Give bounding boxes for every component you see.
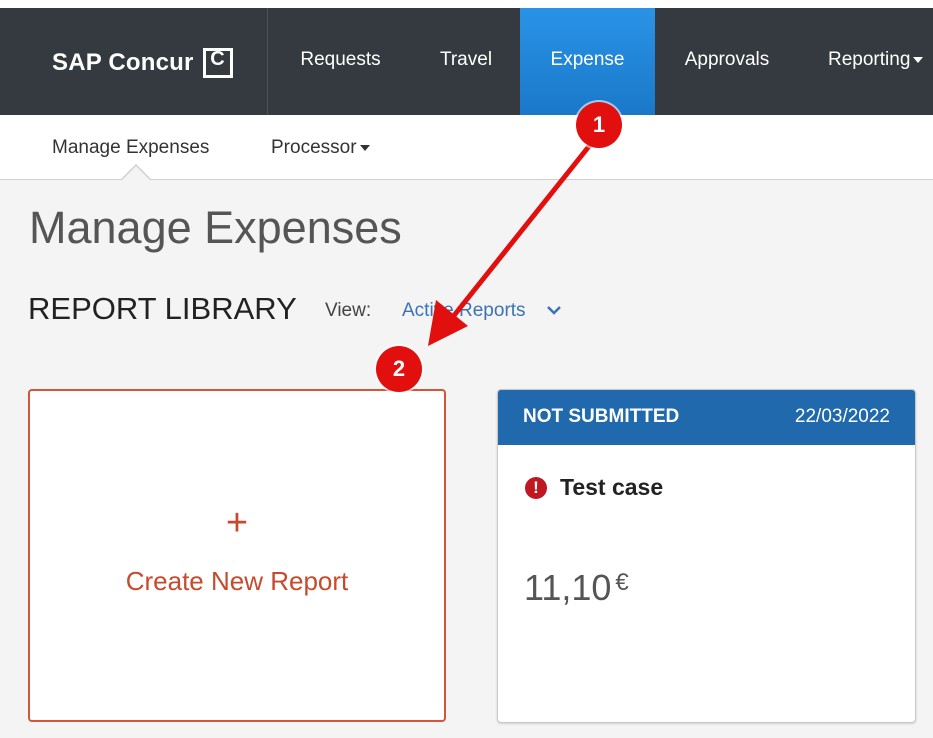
create-new-report-card[interactable]: + Create New Report: [28, 389, 446, 722]
view-label: View:: [325, 300, 372, 321]
caret-down-icon: [359, 144, 370, 151]
expense-report-card[interactable]: NOT SUBMITTED 22/03/2022 ! Test case 11,…: [497, 389, 916, 723]
selected-indicator-inner: [121, 166, 151, 181]
section-title: REPORT LIBRARY: [28, 291, 297, 326]
annotation-badge-1: 1: [576, 102, 622, 148]
subnav-processor[interactable]: Processor: [271, 137, 370, 159]
report-card-header: NOT SUBMITTED 22/03/2022: [498, 390, 915, 445]
nav-tab-requests[interactable]: Requests: [283, 8, 398, 115]
chevron-down-icon[interactable]: [545, 303, 563, 317]
subnav-label: Manage Expenses: [52, 137, 210, 158]
nav-tab-label: Travel: [439, 49, 493, 70]
nav-tab-label: Expense: [550, 49, 625, 70]
subnav-label: Processor: [271, 137, 357, 158]
exclamation-circle-icon: !: [525, 477, 547, 499]
page-title: Manage Expenses: [29, 202, 402, 253]
sap-concur-logo[interactable]: SAP Concur C: [52, 48, 233, 78]
currency-symbol: €: [615, 569, 629, 596]
nav-divider: [267, 8, 268, 115]
concur-c-icon: C: [202, 48, 233, 78]
nav-tab-travel[interactable]: Travel: [424, 8, 508, 115]
report-status: NOT SUBMITTED: [523, 406, 680, 427]
view-filter-dropdown[interactable]: Active Reports: [402, 300, 526, 322]
caret-down-icon: [913, 56, 924, 63]
report-date: 22/03/2022: [794, 406, 890, 427]
report-amount: 11,10 €: [524, 567, 629, 609]
nav-tab-label: Requests: [300, 49, 381, 70]
subnav-manage-expenses[interactable]: Manage Expenses: [52, 137, 209, 159]
nav-tab-label: Reporting: [828, 49, 911, 70]
nav-tab-reporting[interactable]: Reporting: [814, 8, 933, 115]
annotation-badge-2: 2: [376, 346, 422, 392]
nav-tab-label: Approvals: [684, 49, 770, 70]
top-navigation-bar: SAP Concur C Requests Travel Expense App…: [0, 0, 933, 115]
brand-name: SAP Concur: [52, 49, 194, 76]
nav-tab-expense[interactable]: Expense: [520, 8, 655, 115]
amount-value: 11,10: [524, 567, 612, 608]
plus-icon: +: [225, 502, 249, 544]
nav-tab-approvals[interactable]: Approvals: [668, 8, 786, 115]
report-name: Test case: [560, 474, 664, 500]
create-new-report-label: Create New Report: [125, 566, 349, 596]
